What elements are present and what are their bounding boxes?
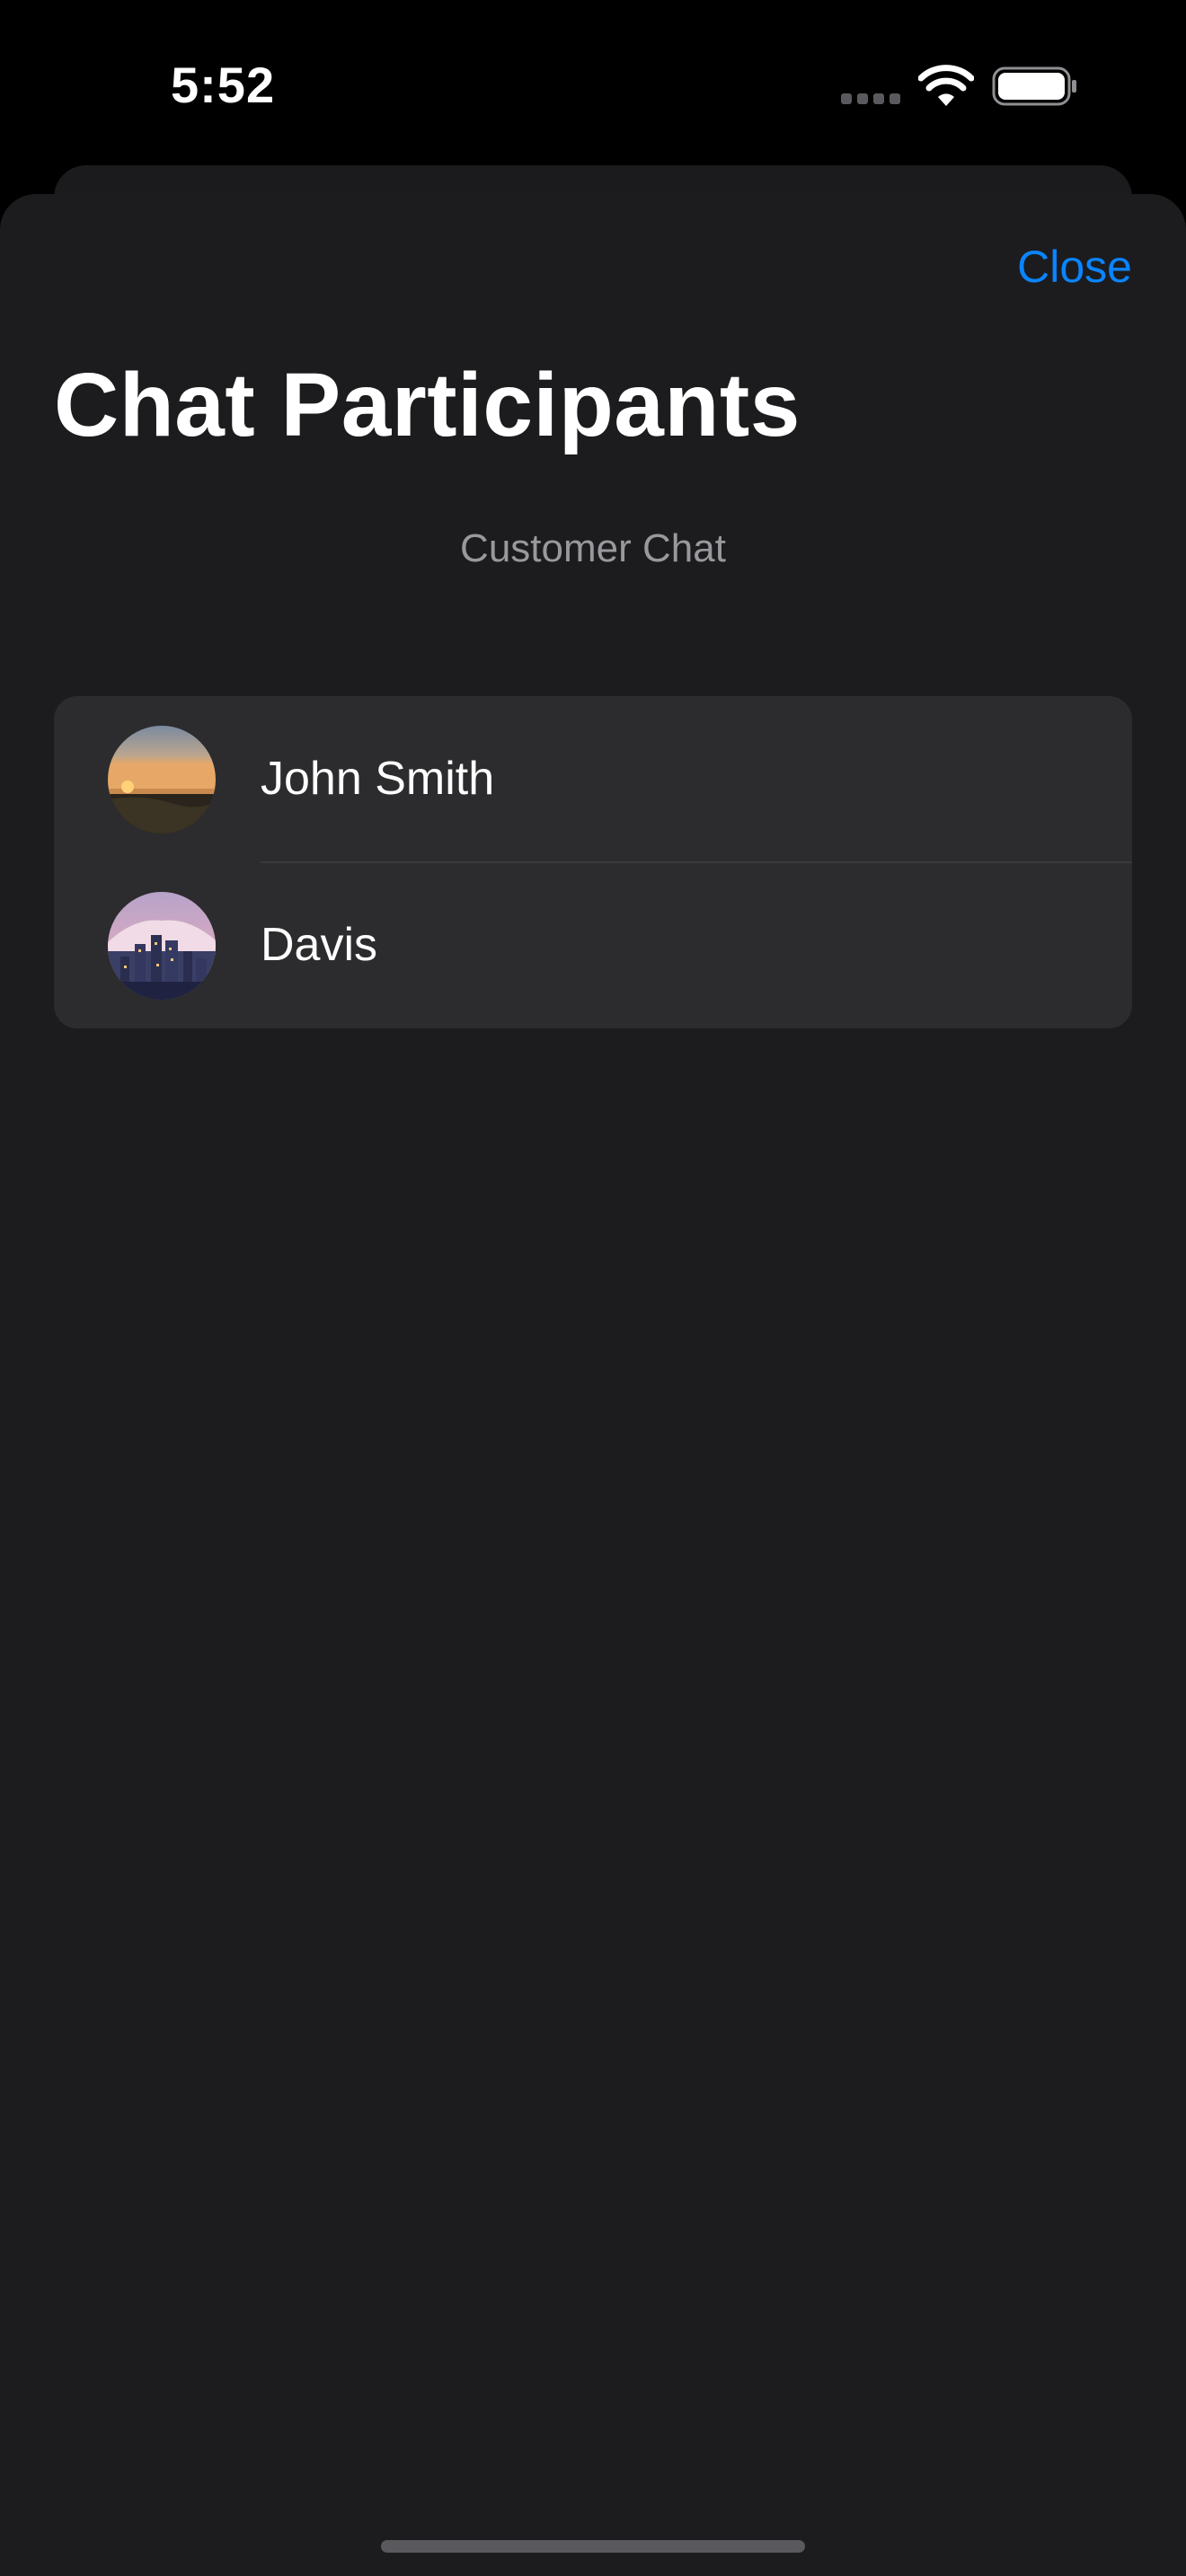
status-time: 5:52 xyxy=(171,57,276,113)
participant-row[interactable]: John Smith xyxy=(54,696,1132,863)
chat-name-subtitle: Customer Chat xyxy=(460,526,726,570)
wifi-icon xyxy=(918,65,974,106)
battery-icon xyxy=(992,66,1076,106)
close-button[interactable]: Close xyxy=(1017,241,1132,293)
signal-icon xyxy=(841,93,900,104)
participants-list: John Smith Davis xyxy=(54,696,1132,1028)
participant-name: Davis xyxy=(261,919,378,971)
participant-row[interactable]: Davis xyxy=(54,862,1132,1028)
home-indicator[interactable] xyxy=(381,2540,805,2553)
participant-name: John Smith xyxy=(261,753,495,805)
participants-sheet: Close Chat Participants Customer Chat Jo… xyxy=(0,194,1186,2576)
status-bar: 5:52 xyxy=(0,0,1186,162)
avatar xyxy=(108,892,216,1000)
avatar xyxy=(108,726,216,834)
page-title: Chat Participants xyxy=(54,355,801,455)
